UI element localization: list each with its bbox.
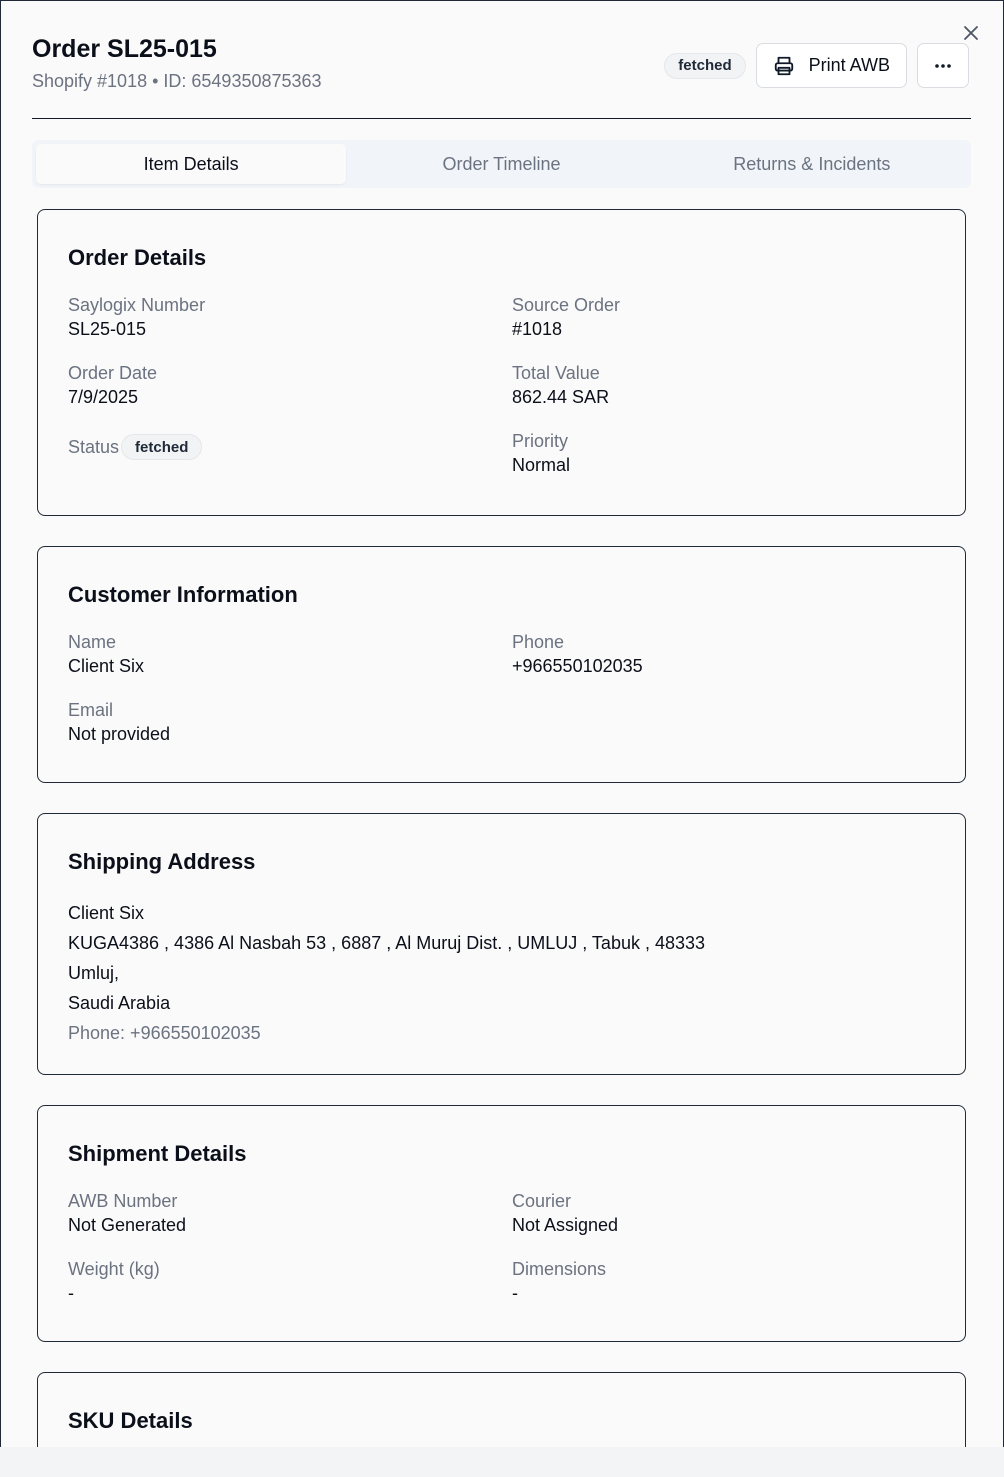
field-label: Phone (512, 632, 565, 652)
status-badge: fetched (664, 52, 746, 79)
print-awb-button[interactable]: Print AWB (755, 43, 907, 88)
field-order-date: Order Date 7/9/2025 (68, 362, 512, 410)
field-saylogix-number: Saylogix Number SL25-015 (68, 294, 512, 342)
page-background (0, 1447, 1004, 1477)
card-title: Shipping Address (68, 849, 256, 874)
field-value: +966550102035 (512, 656, 643, 676)
tab-order-timeline[interactable]: Order Timeline (346, 144, 656, 184)
field-label: Priority (512, 431, 569, 451)
more-horizontal-icon (935, 63, 951, 68)
field-name: Name Client Six (68, 631, 512, 679)
customer-information-card: Customer Information Name Client Six Pho… (37, 546, 966, 783)
field-value: #1018 (512, 319, 563, 339)
address-phone: Phone: +966550102035 (68, 1023, 261, 1043)
field-label: Dimensions (512, 1259, 607, 1279)
sku-details-card: SKU Details (37, 1372, 966, 1447)
card-title: SKU Details (68, 1408, 193, 1433)
field-label: Email (68, 700, 114, 720)
field-label: Courier (512, 1191, 572, 1211)
order-detail-modal: Order SL25-015 Shopify #1018 • ID: 65493… (0, 0, 1004, 1447)
order-subtitle: Shopify #1018 • ID: 6549350875363 (32, 71, 322, 91)
status-badge: fetched (121, 434, 203, 460)
header-divider (32, 118, 971, 119)
tab-item-details[interactable]: Item Details (36, 144, 347, 184)
customer-grid: Name Client Six Phone +966550102035 Emai… (68, 631, 935, 747)
field-value: Not Assigned (512, 1215, 619, 1235)
print-awb-label: Print AWB (808, 55, 890, 75)
order-details-card: Order Details Saylogix Number SL25-015 S… (37, 209, 966, 516)
address-country: Saudi Arabia (68, 993, 171, 1013)
card-title: Shipment Details (68, 1141, 247, 1166)
field-source-order: Source Order #1018 (512, 294, 935, 342)
field-value: Not Generated (68, 1215, 187, 1235)
field-value: Client Six (68, 656, 145, 676)
field-label: Source Order (512, 295, 621, 315)
header-actions: fetched Print AWB (664, 43, 969, 88)
field-label: Saylogix Number (68, 295, 206, 315)
field-label: Name (68, 632, 117, 652)
close-button[interactable] (959, 21, 983, 45)
field-priority: Priority Normal (512, 430, 935, 478)
field-value: - (68, 1283, 74, 1303)
field-label: Status (68, 437, 120, 457)
field-awb-number: AWB Number Not Generated (68, 1190, 512, 1238)
field-status: Status fetched (68, 430, 512, 478)
more-options-button[interactable] (917, 43, 969, 88)
shipment-grid: AWB Number Not Generated Courier Not Ass… (68, 1190, 935, 1306)
tab-returns-incidents[interactable]: Returns & Incidents (657, 144, 967, 184)
shipping-address-card: Shipping Address Client Six KUGA4386 , 4… (37, 813, 966, 1075)
close-icon (964, 26, 978, 40)
field-value: - (512, 1283, 518, 1303)
field-value: SL25-015 (68, 319, 147, 339)
page-title: Order SL25-015 (32, 35, 217, 63)
printer-icon (774, 56, 793, 75)
field-label: Order Date (68, 363, 158, 383)
address-line-1: KUGA4386 , 4386 Al Nasbah 53 , 6887 , Al… (68, 933, 706, 953)
field-total-value: Total Value 862.44 SAR (512, 362, 935, 410)
field-email: Email Not provided (68, 699, 512, 747)
field-label: AWB Number (68, 1191, 178, 1211)
field-label: Weight (kg) (68, 1259, 160, 1279)
card-title: Customer Information (68, 582, 298, 607)
tab-bar: Item Details Order Timeline Returns & In… (32, 140, 971, 188)
recipient-name: Client Six (68, 903, 145, 923)
field-weight: Weight (kg) - (68, 1258, 512, 1306)
field-value: Not provided (68, 724, 171, 744)
card-title: Order Details (68, 245, 207, 270)
field-dimensions: Dimensions - (512, 1258, 935, 1306)
field-value: 862.44 SAR (512, 387, 610, 407)
field-phone: Phone +966550102035 (512, 631, 935, 679)
address-block: Client Six KUGA4386 , 4386 Al Nasbah 53 … (68, 898, 935, 1048)
modal-header: Order SL25-015 Shopify #1018 • ID: 65493… (32, 31, 322, 93)
field-label: Total Value (512, 363, 600, 383)
field-value: 7/9/2025 (68, 387, 139, 407)
field-value: Normal (512, 455, 571, 475)
address-line-2: Umluj, (68, 963, 120, 983)
field-courier: Courier Not Assigned (512, 1190, 935, 1238)
shipment-details-card: Shipment Details AWB Number Not Generate… (37, 1105, 966, 1342)
order-details-grid: Saylogix Number SL25-015 Source Order #1… (68, 294, 935, 478)
